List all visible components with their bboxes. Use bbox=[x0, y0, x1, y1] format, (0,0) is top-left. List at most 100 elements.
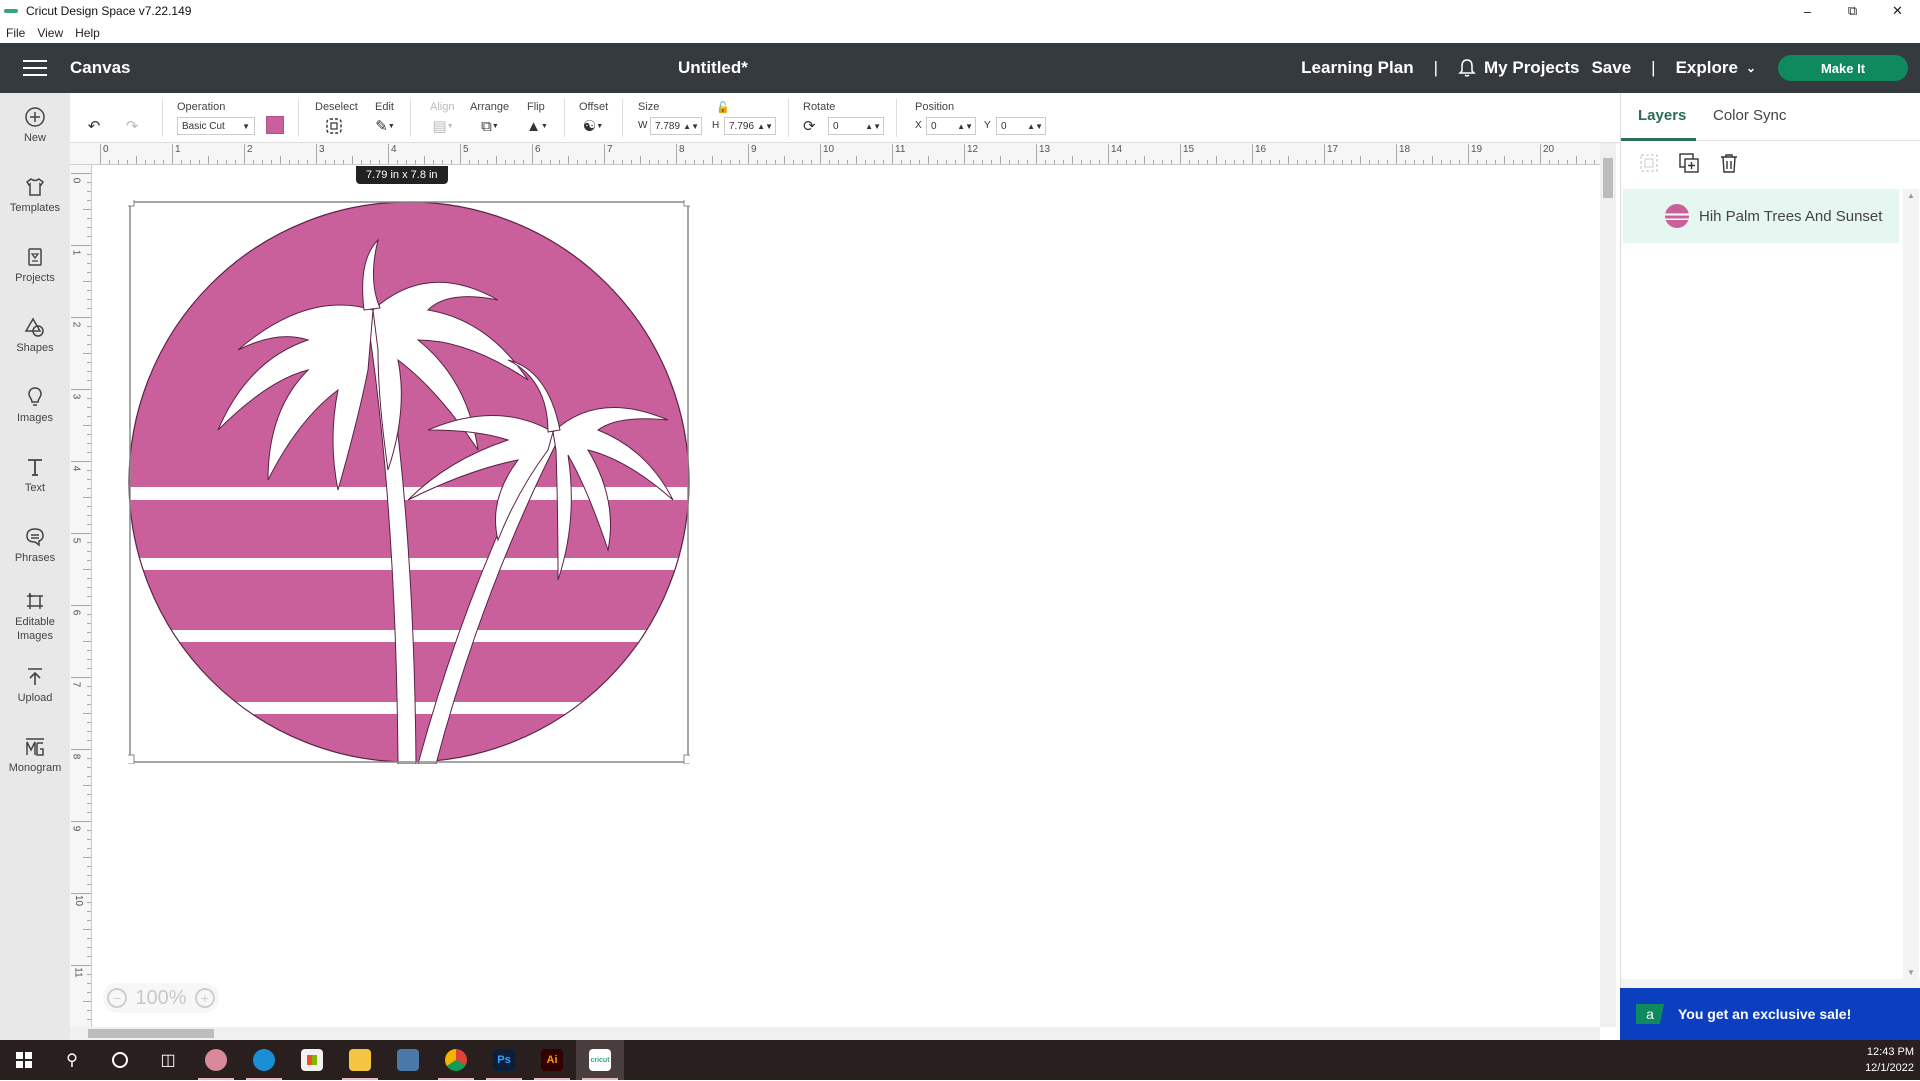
close-button[interactable]: ✕ bbox=[1875, 0, 1920, 22]
promo-banner[interactable]: a You get an exclusive sale! bbox=[1620, 988, 1920, 1040]
sidebar-item-images[interactable]: Images bbox=[0, 385, 70, 425]
bell-icon[interactable] bbox=[1458, 58, 1476, 78]
undo-button[interactable]: ↶ bbox=[82, 115, 106, 137]
flip-button[interactable]: ▲ ▼ bbox=[522, 115, 552, 137]
position-y-input[interactable]: 0 ▲▼ bbox=[996, 117, 1046, 135]
my-projects-link[interactable]: My Projects bbox=[1484, 58, 1579, 78]
scroll-up-icon[interactable]: ▲ bbox=[1907, 191, 1915, 200]
ruler-tick bbox=[87, 623, 91, 624]
spinner-icon[interactable]: ▲▼ bbox=[1027, 122, 1043, 131]
duplicate-icon[interactable] bbox=[1677, 151, 1701, 175]
start-button[interactable] bbox=[0, 1040, 48, 1080]
canvas-vertical-scrollbar[interactable] bbox=[1600, 143, 1616, 1027]
operation-color-swatch[interactable] bbox=[266, 116, 284, 134]
make-it-button[interactable]: Make It bbox=[1778, 55, 1908, 81]
redo-button[interactable]: ↷ bbox=[120, 115, 144, 137]
taskbar-app-store[interactable] bbox=[288, 1040, 336, 1080]
width-input[interactable]: 7.789 ▲▼ bbox=[650, 117, 702, 135]
spinner-icon[interactable]: ▲▼ bbox=[957, 122, 973, 131]
rotate-value: 0 bbox=[833, 120, 839, 132]
explore-menu[interactable]: Explore bbox=[1676, 58, 1738, 78]
canvas-horizontal-scrollbar[interactable] bbox=[70, 1027, 1600, 1040]
save-button[interactable]: Save bbox=[1591, 58, 1631, 78]
ruler-tick bbox=[451, 160, 452, 164]
taskbar-app-edge[interactable] bbox=[240, 1040, 288, 1080]
ruler-tick bbox=[87, 551, 91, 552]
sidebar-item-shapes[interactable]: Shapes bbox=[0, 315, 70, 355]
taskbar-app-illustrator[interactable]: Ai bbox=[528, 1040, 576, 1080]
menu-view[interactable]: View bbox=[37, 26, 63, 40]
ruler-tick bbox=[847, 160, 848, 164]
taskbar-app-photoshop[interactable]: Ps bbox=[480, 1040, 528, 1080]
taskbar-app-chrome[interactable] bbox=[432, 1040, 480, 1080]
menu-file[interactable]: File bbox=[6, 26, 25, 40]
ruler-tick bbox=[71, 245, 91, 246]
ruler-tick bbox=[406, 160, 407, 164]
hamburger-menu-button[interactable] bbox=[0, 60, 70, 76]
rotate-input[interactable]: 0 ▲▼ bbox=[828, 117, 884, 135]
layer-item[interactable]: Hih Palm Trees And Sunset bbox=[1623, 189, 1899, 243]
resize-handle[interactable] bbox=[683, 200, 690, 207]
restore-button[interactable]: ⧉ bbox=[1830, 0, 1875, 22]
resize-handle[interactable] bbox=[128, 754, 135, 764]
edit-button[interactable]: ✎ ▼ bbox=[370, 115, 400, 137]
flip-icon: ▲ bbox=[526, 117, 541, 135]
height-input[interactable]: 7.796 ▲▼ bbox=[724, 117, 776, 135]
group-icon[interactable] bbox=[1637, 151, 1661, 175]
cortana-button[interactable] bbox=[96, 1040, 144, 1080]
lock-aspect-icon[interactable]: 🔓 bbox=[716, 101, 730, 114]
taskbar-app-snip[interactable] bbox=[192, 1040, 240, 1080]
system-clock[interactable]: 12:43 PM 12/1/2022 bbox=[1865, 1044, 1914, 1076]
trash-icon[interactable] bbox=[1717, 151, 1741, 175]
ruler-tick bbox=[71, 389, 91, 390]
tab-color-sync[interactable]: Color Sync bbox=[1713, 107, 1786, 124]
ruler-tick-label: 0 bbox=[103, 144, 109, 155]
taskbar-app-cricut[interactable]: cricut bbox=[576, 1040, 624, 1080]
taskbar-app-file-explorer[interactable] bbox=[336, 1040, 384, 1080]
sidebar-item-new[interactable]: New bbox=[0, 105, 70, 145]
position-x-input[interactable]: 0 ▲▼ bbox=[926, 117, 976, 135]
arrange-button[interactable]: ⧉ ▼ bbox=[475, 115, 505, 137]
sidebar-item-upload[interactable]: Upload bbox=[0, 665, 70, 705]
layer-list-scrollbar[interactable]: ▲ ▼ bbox=[1903, 189, 1919, 979]
ruler-tick bbox=[87, 704, 91, 705]
sidebar-item-phrases[interactable]: Phrases bbox=[0, 525, 70, 565]
offset-icon: ☯ bbox=[582, 118, 597, 135]
deselect-button[interactable] bbox=[322, 115, 346, 137]
zoom-out-button[interactable]: − bbox=[107, 988, 128, 1008]
size-tooltip: 7.79 in x 7.8 in bbox=[356, 166, 448, 184]
resize-handle[interactable] bbox=[128, 200, 135, 207]
tab-layers[interactable]: Layers bbox=[1638, 107, 1686, 124]
scroll-thumb[interactable] bbox=[1603, 158, 1613, 198]
search-button[interactable]: ⚲ bbox=[48, 1040, 96, 1080]
zoom-control: − 100% + bbox=[103, 983, 219, 1013]
scroll-thumb[interactable] bbox=[88, 1029, 214, 1038]
spinner-icon[interactable]: ▲▼ bbox=[865, 122, 881, 131]
learning-plan-link[interactable]: Learning Plan bbox=[1301, 58, 1413, 78]
spinner-icon[interactable]: ▲▼ bbox=[683, 122, 699, 131]
align-button[interactable]: ▤ ▼ bbox=[428, 115, 458, 137]
ruler-tick bbox=[1387, 160, 1388, 164]
operation-select[interactable]: Basic Cut ▼ bbox=[177, 117, 255, 135]
resize-handle[interactable] bbox=[683, 754, 690, 764]
taskbar-app-calculator[interactable] bbox=[384, 1040, 432, 1080]
palm-trees-sunset-design[interactable] bbox=[128, 200, 690, 764]
ruler-tick bbox=[1342, 160, 1343, 164]
zoom-in-button[interactable]: + bbox=[194, 988, 215, 1008]
sidebar-item-monogram[interactable]: Monogram bbox=[0, 735, 70, 775]
sidebar-item-editable-images[interactable]: Editable Images bbox=[0, 589, 70, 643]
sidebar-item-templates[interactable]: Templates bbox=[0, 175, 70, 215]
offset-button[interactable]: ☯ ▼ bbox=[578, 115, 608, 137]
menu-help[interactable]: Help bbox=[75, 26, 100, 40]
ruler-tick bbox=[83, 857, 91, 858]
scroll-down-icon[interactable]: ▼ bbox=[1907, 968, 1915, 977]
task-view-button[interactable]: ◫ bbox=[144, 1040, 192, 1080]
ruler-tick-label: 3 bbox=[70, 393, 82, 400]
minimize-button[interactable]: – bbox=[1785, 0, 1830, 22]
ruler-tick bbox=[1306, 160, 1307, 164]
sidebar-item-text[interactable]: Text bbox=[0, 455, 70, 495]
sidebar-item-projects[interactable]: Projects bbox=[0, 245, 70, 285]
ruler-tick bbox=[87, 263, 91, 264]
edge-icon bbox=[253, 1049, 275, 1071]
spinner-icon[interactable]: ▲▼ bbox=[757, 122, 773, 131]
